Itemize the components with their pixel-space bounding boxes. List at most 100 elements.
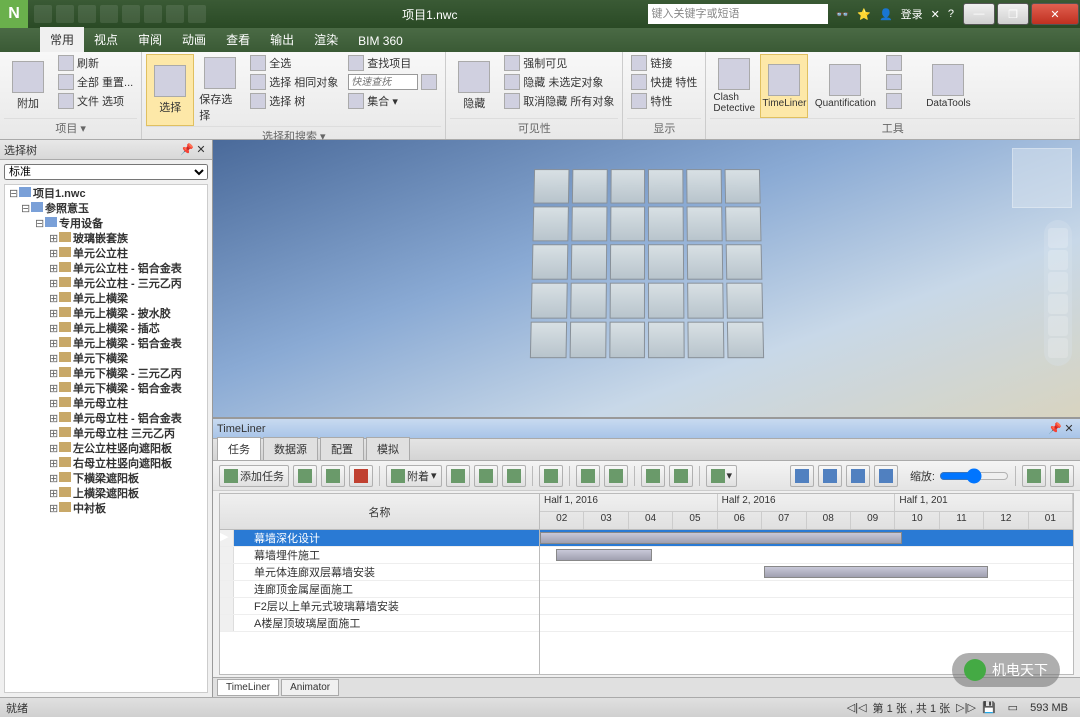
timeliner-button[interactable]: TimeLiner [760, 54, 808, 118]
delete-task-button[interactable] [349, 465, 373, 487]
task-row[interactable]: 连廊顶金属屋面施工 [220, 581, 539, 598]
close-panel-icon[interactable]: ✕ [194, 143, 208, 157]
3d-viewport[interactable] [213, 140, 1080, 417]
tab-common[interactable]: 常用 [40, 27, 84, 52]
tool-grid-3[interactable] [882, 92, 922, 110]
pin-icon[interactable]: 📌 [1048, 422, 1062, 436]
nav-prev-icon[interactable]: ◁| [847, 701, 858, 714]
row-handle[interactable] [220, 581, 234, 597]
qat-refresh-icon[interactable] [122, 5, 140, 23]
move-down-button[interactable] [576, 465, 600, 487]
hide-unselected-button[interactable]: 隐藏 未选定对象 [500, 73, 618, 91]
select-all-button[interactable]: 全选 [246, 54, 342, 72]
binoculars-icon[interactable]: 👓 [836, 8, 850, 21]
gantt-bar[interactable] [556, 549, 652, 561]
row-handle[interactable]: ▶ [220, 530, 234, 546]
view-mode-4[interactable] [874, 465, 898, 487]
help-icon[interactable]: ? [948, 8, 954, 20]
tree-item[interactable]: ⊞单元母立柱 三元乙丙 [7, 427, 205, 442]
quick-find-input[interactable] [344, 73, 441, 91]
btab-animator[interactable]: Animator [281, 679, 339, 696]
zoom-icon[interactable] [1048, 272, 1068, 292]
qat-print-icon[interactable] [100, 5, 118, 23]
qat-new-icon[interactable] [34, 5, 52, 23]
datatools-button[interactable]: DataTools [924, 54, 972, 118]
require-visible-button[interactable]: 强制可见 [500, 54, 618, 72]
task-row[interactable]: F2层以上单元式玻璃幕墙安装 [220, 598, 539, 615]
task-row[interactable]: 单元体连廊双层幕墙安装 [220, 564, 539, 581]
task-row[interactable]: 幕墙埋件施工 [220, 547, 539, 564]
view-mode-1[interactable] [790, 465, 814, 487]
tree-item[interactable]: ⊞上横梁遮阳板 [7, 487, 205, 502]
insert-task-button[interactable] [293, 465, 317, 487]
tab-output[interactable]: 输出 [260, 27, 304, 52]
walk-icon[interactable] [1048, 338, 1068, 358]
zoom-slider[interactable] [939, 468, 1009, 484]
nav-next-icon[interactable]: ▷ [956, 701, 964, 714]
orbit-icon[interactable] [1048, 294, 1068, 314]
tool-grid-1[interactable] [882, 54, 922, 72]
tree-item[interactable]: ⊞单元上横梁 [7, 292, 205, 307]
reset-all-button[interactable]: 全部 重置... [54, 73, 137, 91]
find-items-button[interactable]: 查找项目 [344, 54, 441, 72]
quantification-button[interactable]: Quantification [810, 54, 880, 118]
qat-save-icon[interactable] [78, 5, 96, 23]
tab-viewpoint[interactable]: 视点 [84, 27, 128, 52]
tab-configure[interactable]: 配置 [320, 437, 364, 460]
select-button[interactable]: 选择 [146, 54, 194, 126]
tool-grid-2[interactable] [882, 73, 922, 91]
tree-item[interactable]: ⊞单元公立柱 [7, 247, 205, 262]
view-mode-3[interactable] [846, 465, 870, 487]
auto-add-button[interactable] [321, 465, 345, 487]
append-button[interactable]: 附加 [4, 54, 52, 118]
name-column-header[interactable]: 名称 [220, 494, 539, 530]
close-button[interactable]: ✕ [1031, 3, 1079, 25]
qat-open-icon[interactable] [56, 5, 74, 23]
tl-tool-4[interactable] [539, 465, 563, 487]
login-link[interactable]: 登录 [901, 6, 923, 22]
subscription-icon[interactable]: ⭐ [857, 8, 871, 21]
tree-item[interactable]: ⊞单元下横梁 - 铝合金表 [7, 382, 205, 397]
tree-item[interactable]: ⊞单元下横梁 - 三元乙丙 [7, 367, 205, 382]
look-icon[interactable] [1048, 316, 1068, 336]
gantt-bar[interactable] [764, 566, 988, 578]
file-options-button[interactable]: 文件 选项 [54, 92, 137, 110]
maximize-button[interactable]: ❐ [997, 3, 1029, 25]
gantt-row[interactable] [540, 530, 1073, 547]
view-cube[interactable] [1012, 148, 1072, 208]
gantt-row[interactable] [540, 615, 1073, 632]
tl-tool-3[interactable] [502, 465, 526, 487]
nav-prev2-icon[interactable]: ◁ [858, 701, 866, 714]
columns-button[interactable]: ▾ [706, 465, 738, 487]
tree-item[interactable]: ⊞单元下横梁 [7, 352, 205, 367]
tl-tool-1[interactable] [446, 465, 470, 487]
gantt-row[interactable] [540, 547, 1073, 564]
properties-button[interactable]: 特性 [627, 92, 701, 110]
tab-view[interactable]: 查看 [216, 27, 260, 52]
tree-item[interactable]: ⊞单元上横梁 - 铝合金表 [7, 337, 205, 352]
tree-item[interactable]: ⊞单元母立柱 - 铝合金表 [7, 412, 205, 427]
gantt-row[interactable] [540, 598, 1073, 615]
tree-item[interactable]: ⊞单元公立柱 - 铝合金表 [7, 262, 205, 277]
qat-redo-icon[interactable] [166, 5, 184, 23]
clash-detective-button[interactable]: Clash Detective [710, 54, 758, 118]
tab-review[interactable]: 审阅 [128, 27, 172, 52]
tl-tool-2[interactable] [474, 465, 498, 487]
sets-button[interactable]: 集合 ▾ [344, 92, 441, 110]
move-up-button[interactable] [604, 465, 628, 487]
gantt-row[interactable] [540, 581, 1073, 598]
export-2[interactable] [1050, 465, 1074, 487]
qat-undo-icon[interactable] [144, 5, 162, 23]
row-handle[interactable] [220, 564, 234, 580]
links-button[interactable]: 链接 [627, 54, 701, 72]
tree-item[interactable]: ⊞中衬板 [7, 502, 205, 517]
tree-item[interactable]: ⊞单元母立柱 [7, 397, 205, 412]
minimize-button[interactable]: — [963, 3, 995, 25]
tab-datasources[interactable]: 数据源 [263, 437, 318, 460]
save-selection-button[interactable]: 保存选择 [196, 54, 244, 126]
qat-select-icon[interactable] [188, 5, 206, 23]
selection-tree[interactable]: ⊟项目1.nwc ⊟参照意玉 ⊟专用设备 ⊞玻璃嵌套族⊞单元公立柱⊞单元公立柱 … [4, 184, 208, 693]
pin-icon[interactable]: 📌 [180, 143, 194, 157]
unhide-all-button[interactable]: 取消隐藏 所有对象 [500, 92, 618, 110]
search-icon[interactable] [421, 74, 437, 90]
